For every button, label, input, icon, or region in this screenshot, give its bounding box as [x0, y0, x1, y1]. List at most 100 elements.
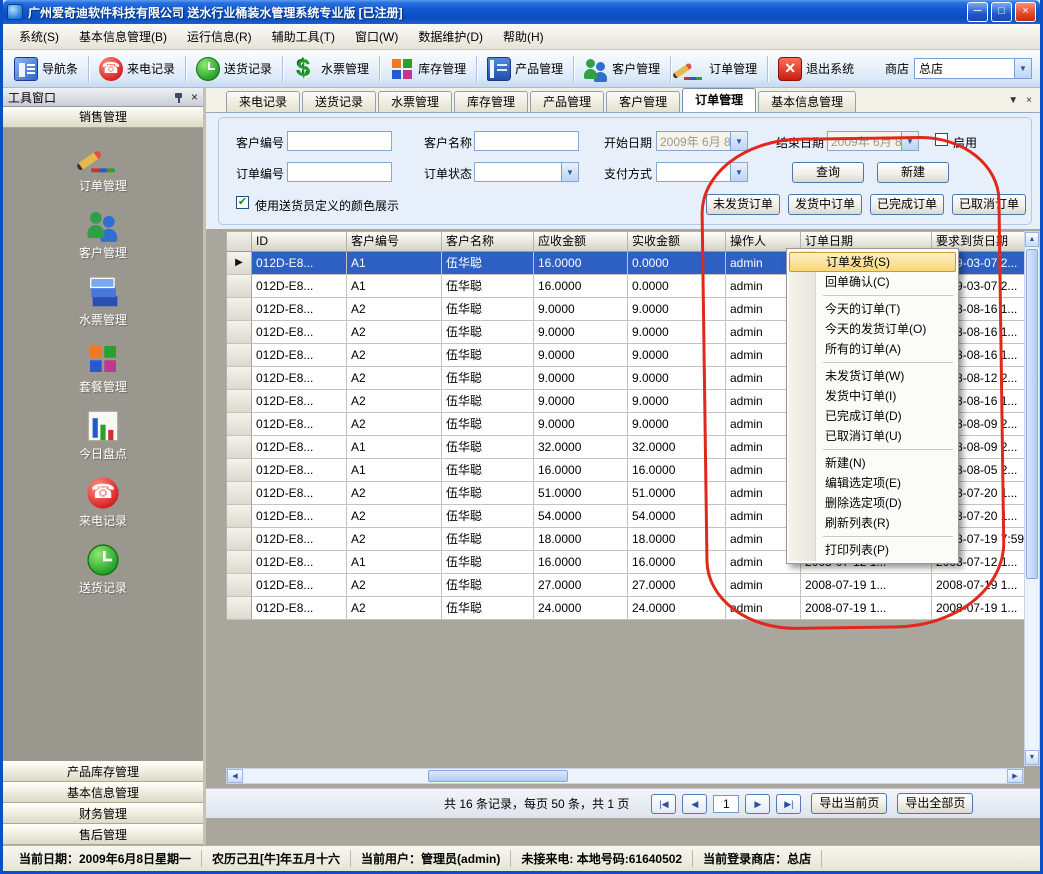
order-status-select[interactable]: ▼: [474, 162, 579, 182]
toolbar-button-6[interactable]: 客户管理: [579, 54, 665, 84]
context-menu-item-9[interactable]: 已完成订单(D): [789, 406, 956, 426]
first-page-button[interactable]: |◀: [651, 794, 676, 814]
menu-item-6[interactable]: 帮助(H): [493, 24, 554, 49]
tab-3[interactable]: 库存管理: [454, 91, 528, 112]
close-button[interactable]: ×: [1015, 2, 1036, 22]
sidebar-item-5[interactable]: 来电记录: [79, 477, 127, 529]
tab-5[interactable]: 客户管理: [606, 91, 680, 112]
tab-7[interactable]: 基本信息管理: [758, 91, 856, 112]
context-menu-item-10[interactable]: 已取消订单(U): [789, 426, 956, 446]
context-menu-item-4[interactable]: 今天的发货订单(O): [789, 319, 956, 339]
sidebar-item-2[interactable]: 水票管理: [79, 276, 127, 328]
export-current-page-button[interactable]: 导出当前页: [811, 793, 887, 814]
scroll-up-icon[interactable]: ▲: [1025, 232, 1039, 247]
new-button[interactable]: 新建: [877, 162, 949, 183]
last-page-button[interactable]: ▶|: [776, 794, 801, 814]
hscroll-track[interactable]: [243, 769, 1007, 783]
query-button[interactable]: 查询: [792, 162, 864, 183]
context-menu-item-5[interactable]: 所有的订单(A): [789, 339, 956, 359]
toolbar-button-7[interactable]: 订单管理: [676, 54, 762, 84]
vscroll-thumb[interactable]: [1026, 249, 1038, 579]
menu-item-1[interactable]: 基本信息管理(B): [69, 24, 177, 49]
toolbar-button-0[interactable]: 导航条: [9, 54, 83, 84]
sidebar-item-1[interactable]: 客户管理: [79, 209, 127, 261]
menu-item-5[interactable]: 数据维护(D): [408, 24, 493, 49]
status-filter-button-1[interactable]: 发货中订单: [788, 194, 862, 215]
context-menu-item-17[interactable]: 打印列表(P): [789, 540, 956, 560]
sidebar-group-1[interactable]: 基本信息管理: [3, 782, 203, 803]
context-menu-item-15[interactable]: 刷新列表(R): [789, 513, 956, 533]
order-no-input[interactable]: [287, 162, 392, 182]
sidebar-item-4[interactable]: 今日盘点: [79, 410, 127, 462]
column-header-1[interactable]: 客户编号: [347, 232, 442, 252]
toolbar-button-5[interactable]: 产品管理: [482, 54, 568, 84]
context-menu-item-1[interactable]: 回单确认(C): [789, 272, 956, 292]
menu-item-3[interactable]: 辅助工具(T): [262, 24, 345, 49]
tab-6[interactable]: 订单管理: [682, 88, 756, 112]
chevron-down-icon[interactable]: ▼: [901, 132, 918, 150]
tab-1[interactable]: 送货记录: [302, 91, 376, 112]
context-menu-item-14[interactable]: 删除选定项(D): [789, 493, 956, 513]
toolbar-button-1[interactable]: 来电记录: [94, 54, 180, 84]
vscroll-track[interactable]: [1025, 247, 1039, 750]
tab-4[interactable]: 产品管理: [530, 91, 604, 112]
column-header-4[interactable]: 实收金额: [628, 232, 726, 252]
sidebar-close-icon[interactable]: ×: [191, 91, 198, 104]
scroll-down-icon[interactable]: ▼: [1025, 750, 1039, 765]
context-menu-item-3[interactable]: 今天的订单(T): [789, 299, 956, 319]
context-menu-item-8[interactable]: 发货中订单(I): [789, 386, 956, 406]
status-filter-button-3[interactable]: 已取消订单: [952, 194, 1026, 215]
prev-page-button[interactable]: ◀: [682, 794, 707, 814]
hscroll-thumb[interactable]: [428, 770, 568, 782]
chevron-down-icon[interactable]: ▼: [1014, 59, 1031, 78]
store-select[interactable]: 总店 ▼: [914, 58, 1032, 79]
context-menu-item-7[interactable]: 未发货订单(W): [789, 366, 956, 386]
enable-date-checkbox[interactable]: [935, 133, 948, 146]
tab-0[interactable]: 来电记录: [226, 91, 300, 112]
tab-2[interactable]: 水票管理: [378, 91, 452, 112]
sidebar-group-3[interactable]: 售后管理: [3, 824, 203, 845]
customer-name-input[interactable]: [474, 131, 579, 151]
page-number-input[interactable]: [713, 795, 739, 813]
sidebar-item-6[interactable]: 送货记录: [79, 544, 127, 596]
toolbar-button-8[interactable]: 退出系统: [773, 54, 859, 84]
color-display-checkbox[interactable]: ✔: [236, 196, 249, 209]
maximize-button[interactable]: □: [991, 2, 1012, 22]
start-date-picker[interactable]: 2009年 6月 8日 ▼: [656, 131, 748, 151]
pin-icon[interactable]: [173, 91, 184, 104]
toolbar-button-2[interactable]: 送货记录: [191, 54, 277, 84]
toolbar-button-3[interactable]: 水票管理: [288, 54, 374, 84]
minimize-button[interactable]: ─: [967, 2, 988, 22]
chevron-down-icon[interactable]: ▼: [730, 163, 747, 181]
column-header-2[interactable]: 客户名称: [442, 232, 534, 252]
context-menu-item-12[interactable]: 新建(N): [789, 453, 956, 473]
context-menu-item-0[interactable]: 订单发货(S): [789, 252, 956, 272]
column-header-3[interactable]: 应收金额: [534, 232, 628, 252]
status-filter-button-0[interactable]: 未发货订单: [706, 194, 780, 215]
sidebar-item-3[interactable]: 套餐管理: [79, 343, 127, 395]
table-row[interactable]: 012D-E8...A2伍华聪24.000024.0000admin2008-0…: [227, 597, 1024, 620]
chevron-down-icon[interactable]: ▼: [730, 132, 747, 150]
end-date-picker[interactable]: 2009年 6月 8日 ▼: [827, 131, 919, 151]
vertical-scrollbar[interactable]: ▲ ▼: [1024, 231, 1040, 766]
sidebar-group-0[interactable]: 产品库存管理: [3, 761, 203, 782]
next-page-button[interactable]: ▶: [745, 794, 770, 814]
scroll-left-icon[interactable]: ◀: [227, 769, 243, 783]
sidebar-group-sales[interactable]: 销售管理: [3, 107, 203, 128]
tab-close-icon[interactable]: ×: [1026, 95, 1032, 106]
toolbar-button-4[interactable]: 库存管理: [385, 54, 471, 84]
pay-method-select[interactable]: ▼: [656, 162, 748, 182]
scroll-right-icon[interactable]: ▶: [1007, 769, 1023, 783]
status-filter-button-2[interactable]: 已完成订单: [870, 194, 944, 215]
table-row[interactable]: 012D-E8...A2伍华聪27.000027.0000admin2008-0…: [227, 574, 1024, 597]
column-header-0[interactable]: ID: [252, 232, 347, 252]
menu-item-4[interactable]: 窗口(W): [345, 24, 408, 49]
horizontal-scrollbar[interactable]: ◀ ▶: [226, 768, 1024, 784]
chevron-down-icon[interactable]: ▼: [561, 163, 578, 181]
customer-no-input[interactable]: [287, 131, 392, 151]
sidebar-group-2[interactable]: 财务管理: [3, 803, 203, 824]
menu-item-2[interactable]: 运行信息(R): [177, 24, 262, 49]
sidebar-item-0[interactable]: 订单管理: [79, 142, 127, 194]
menu-item-0[interactable]: 系统(S): [9, 24, 69, 49]
export-all-pages-button[interactable]: 导出全部页: [897, 793, 973, 814]
